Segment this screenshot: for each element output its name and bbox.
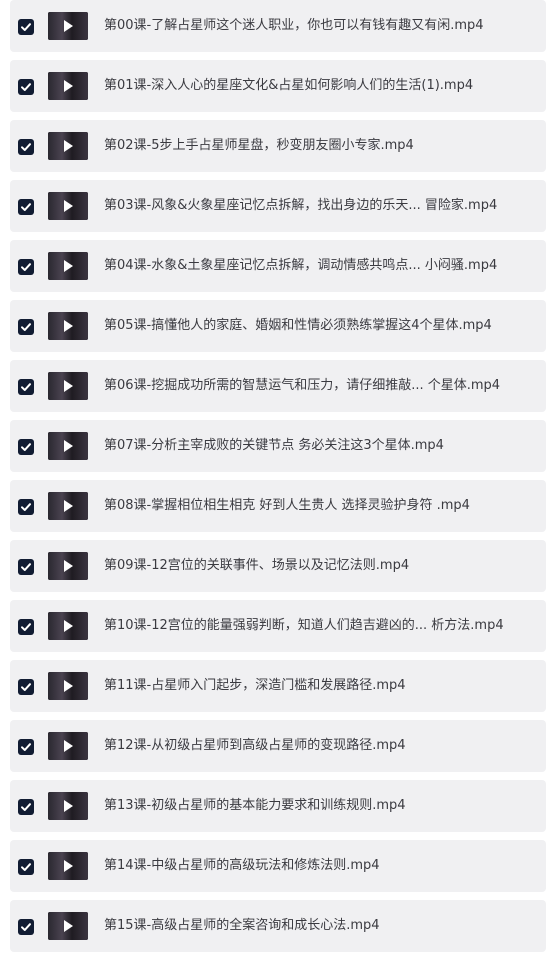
file-name: 第13课-初级占星师的基本能力要求和训练规则.mp4 bbox=[104, 798, 406, 813]
video-thumbnail[interactable] bbox=[48, 492, 88, 520]
file-name: 第02课-5步上手占星师星盘，秒变朋友圈小专家.mp4 bbox=[104, 138, 414, 153]
row-checkbox[interactable] bbox=[18, 739, 34, 755]
file-row[interactable]: 第13课-初级占星师的基本能力要求和训练规则.mp4 bbox=[10, 780, 546, 832]
file-row[interactable]: 第07课-分析主宰成败的关键节点 务必关注这3个星体.mp4 bbox=[10, 420, 546, 472]
checkmark-icon bbox=[21, 143, 31, 151]
file-row[interactable]: 第06课-挖掘成功所需的智慧运气和压力，请仔细推敲... 个星体.mp4 bbox=[10, 360, 546, 412]
row-checkbox[interactable] bbox=[18, 559, 34, 575]
file-name: 第12课-从初级占星师到高级占星师的变现路径.mp4 bbox=[104, 738, 406, 753]
play-icon bbox=[64, 260, 73, 272]
file-name: 第06课-挖掘成功所需的智慧运气和压力，请仔细推敲... 个星体.mp4 bbox=[104, 378, 501, 393]
checkmark-icon bbox=[21, 863, 31, 871]
video-thumbnail[interactable] bbox=[48, 732, 88, 760]
file-row[interactable]: 第10课-12宫位的能量强弱判断，知道人们趋吉避凶的... 析方法.mp4 bbox=[10, 600, 546, 652]
row-checkbox[interactable] bbox=[18, 619, 34, 635]
video-thumbnail[interactable] bbox=[48, 672, 88, 700]
row-checkbox[interactable] bbox=[18, 859, 34, 875]
video-thumbnail[interactable] bbox=[48, 192, 88, 220]
video-thumbnail[interactable] bbox=[48, 312, 88, 340]
row-checkbox[interactable] bbox=[18, 19, 34, 35]
checkmark-icon bbox=[21, 623, 31, 631]
play-icon bbox=[64, 320, 73, 332]
row-checkbox[interactable] bbox=[18, 79, 34, 95]
play-icon bbox=[64, 860, 73, 872]
file-name: 第15课-高级占星师的全案咨询和成长心法.mp4 bbox=[104, 918, 380, 933]
row-checkbox[interactable] bbox=[18, 439, 34, 455]
checkmark-icon bbox=[21, 743, 31, 751]
file-list: 第00课-了解占星师这个迷人职业，你也可以有钱有趣又有闲.mp4 第01课-深入人… bbox=[0, 0, 546, 963]
file-name: 第09课-12宫位的关联事件、场景以及记忆法则.mp4 bbox=[104, 558, 410, 573]
play-icon bbox=[64, 20, 73, 32]
checkmark-icon bbox=[21, 923, 31, 931]
file-row[interactable]: 第11课-占星师入门起步，深造门槛和发展路径.mp4 bbox=[10, 660, 546, 712]
row-checkbox[interactable] bbox=[18, 139, 34, 155]
checkmark-icon bbox=[21, 203, 31, 211]
row-checkbox[interactable] bbox=[18, 919, 34, 935]
row-checkbox[interactable] bbox=[18, 199, 34, 215]
video-thumbnail[interactable] bbox=[48, 912, 88, 940]
video-thumbnail[interactable] bbox=[48, 792, 88, 820]
row-checkbox[interactable] bbox=[18, 379, 34, 395]
checkmark-icon bbox=[21, 323, 31, 331]
checkmark-icon bbox=[21, 263, 31, 271]
file-row[interactable]: 第12课-从初级占星师到高级占星师的变现路径.mp4 bbox=[10, 720, 546, 772]
checkmark-icon bbox=[21, 503, 31, 511]
video-thumbnail[interactable] bbox=[48, 372, 88, 400]
play-icon bbox=[64, 80, 73, 92]
checkmark-icon bbox=[21, 23, 31, 31]
file-name: 第11课-占星师入门起步，深造门槛和发展路径.mp4 bbox=[104, 678, 406, 693]
play-icon bbox=[64, 440, 73, 452]
file-name: 第00课-了解占星师这个迷人职业，你也可以有钱有趣又有闲.mp4 bbox=[104, 18, 484, 33]
file-row[interactable]: 第14课-中级占星师的高级玩法和修炼法则.mp4 bbox=[10, 840, 546, 892]
file-row[interactable]: 第00课-了解占星师这个迷人职业，你也可以有钱有趣又有闲.mp4 bbox=[10, 0, 546, 52]
file-row[interactable]: 第08课-掌握相位相生相克 好到人生贵人 选择灵验护身符 .mp4 bbox=[10, 480, 546, 532]
checkmark-icon bbox=[21, 563, 31, 571]
play-icon bbox=[64, 680, 73, 692]
checkmark-icon bbox=[21, 443, 31, 451]
file-name: 第04课-水象&土象星座记忆点拆解，调动情感共鸣点... 小闷骚.mp4 bbox=[104, 258, 498, 273]
checkmark-icon bbox=[21, 83, 31, 91]
play-icon bbox=[64, 200, 73, 212]
play-icon bbox=[64, 620, 73, 632]
file-name: 第01课-深入人心的星座文化&占星如何影响人们的生活(1).mp4 bbox=[104, 78, 474, 93]
file-row[interactable]: 第01课-深入人心的星座文化&占星如何影响人们的生活(1).mp4 bbox=[10, 60, 546, 112]
row-checkbox[interactable] bbox=[18, 799, 34, 815]
play-icon bbox=[64, 740, 73, 752]
file-row[interactable]: 第09课-12宫位的关联事件、场景以及记忆法则.mp4 bbox=[10, 540, 546, 592]
video-thumbnail[interactable] bbox=[48, 132, 88, 160]
row-checkbox[interactable] bbox=[18, 679, 34, 695]
checkmark-icon bbox=[21, 683, 31, 691]
file-row[interactable]: 第04课-水象&土象星座记忆点拆解，调动情感共鸣点... 小闷骚.mp4 bbox=[10, 240, 546, 292]
file-name: 第03课-风象&火象星座记忆点拆解，找出身边的乐天... 冒险家.mp4 bbox=[104, 198, 498, 213]
video-thumbnail[interactable] bbox=[48, 72, 88, 100]
video-thumbnail[interactable] bbox=[48, 252, 88, 280]
play-icon bbox=[64, 380, 73, 392]
file-name: 第05课-搞懂他人的家庭、婚姻和性情必须熟练掌握这4个星体.mp4 bbox=[104, 318, 492, 333]
play-icon bbox=[64, 500, 73, 512]
checkmark-icon bbox=[21, 803, 31, 811]
row-checkbox[interactable] bbox=[18, 259, 34, 275]
video-thumbnail[interactable] bbox=[48, 612, 88, 640]
file-name: 第10课-12宫位的能量强弱判断，知道人们趋吉避凶的... 析方法.mp4 bbox=[104, 618, 504, 633]
play-icon bbox=[64, 140, 73, 152]
file-row[interactable]: 第03课-风象&火象星座记忆点拆解，找出身边的乐天... 冒险家.mp4 bbox=[10, 180, 546, 232]
video-thumbnail[interactable] bbox=[48, 852, 88, 880]
file-row[interactable]: 第05课-搞懂他人的家庭、婚姻和性情必须熟练掌握这4个星体.mp4 bbox=[10, 300, 546, 352]
video-thumbnail[interactable] bbox=[48, 12, 88, 40]
checkmark-icon bbox=[21, 383, 31, 391]
row-checkbox[interactable] bbox=[18, 319, 34, 335]
file-name: 第08课-掌握相位相生相克 好到人生贵人 选择灵验护身符 .mp4 bbox=[104, 498, 470, 513]
row-checkbox[interactable] bbox=[18, 499, 34, 515]
file-row[interactable]: 第02课-5步上手占星师星盘，秒变朋友圈小专家.mp4 bbox=[10, 120, 546, 172]
file-name: 第14课-中级占星师的高级玩法和修炼法则.mp4 bbox=[104, 858, 380, 873]
play-icon bbox=[64, 560, 73, 572]
video-thumbnail[interactable] bbox=[48, 552, 88, 580]
file-row[interactable]: 第15课-高级占星师的全案咨询和成长心法.mp4 bbox=[10, 900, 546, 952]
file-name: 第07课-分析主宰成败的关键节点 务必关注这3个星体.mp4 bbox=[104, 438, 444, 453]
play-icon bbox=[64, 920, 73, 932]
video-thumbnail[interactable] bbox=[48, 432, 88, 460]
play-icon bbox=[64, 800, 73, 812]
